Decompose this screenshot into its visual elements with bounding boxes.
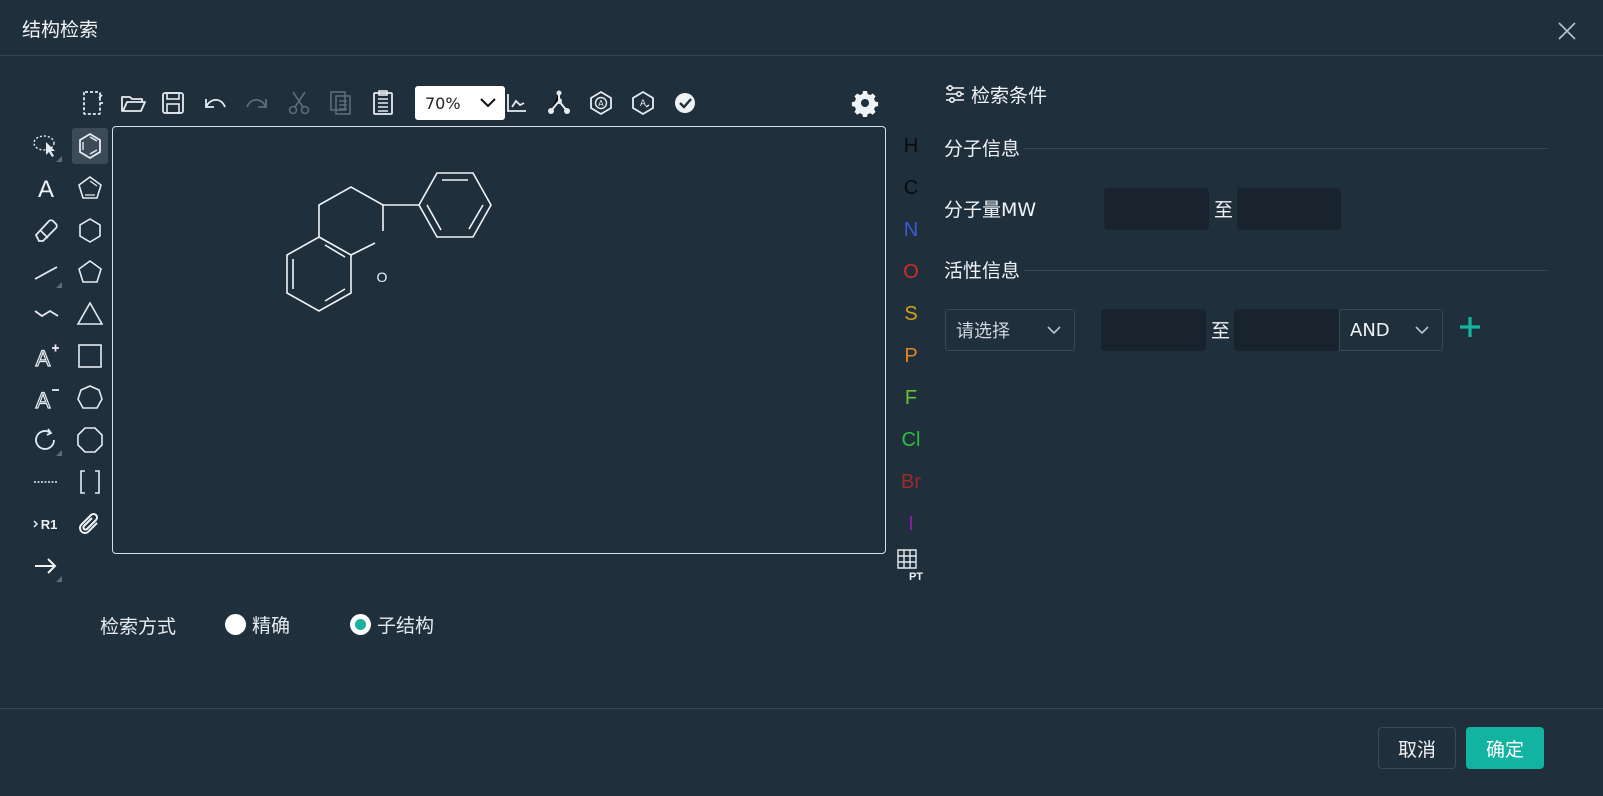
cyclopentadiene-template-icon[interactable] bbox=[72, 170, 108, 206]
confirm-button[interactable]: 确定 bbox=[1466, 727, 1544, 769]
editor-toolbar: 70% A A bbox=[76, 86, 906, 126]
text-tool-icon[interactable]: A bbox=[28, 170, 64, 206]
check-structure-icon[interactable] bbox=[668, 86, 702, 120]
atom-n-button[interactable]: N bbox=[892, 212, 930, 248]
dearomatize-icon[interactable]: A bbox=[626, 86, 660, 120]
cyclopentane-icon[interactable] bbox=[72, 254, 108, 290]
chevron-down-icon bbox=[480, 98, 496, 108]
save-icon[interactable] bbox=[156, 86, 190, 120]
activity-type-select[interactable]: 请选择 bbox=[945, 309, 1075, 351]
structure-canvas[interactable]: O bbox=[112, 126, 886, 554]
chain-tool-icon[interactable] bbox=[28, 296, 64, 332]
charge-plus-icon[interactable]: A bbox=[28, 338, 64, 374]
mw-to-label: 至 bbox=[1214, 199, 1234, 221]
structure-editor: 70% A A A A A R1 O H C N O S P F Cl Br I… bbox=[0, 56, 950, 726]
mw-max-input[interactable] bbox=[1237, 188, 1341, 230]
svg-text:A: A bbox=[38, 176, 54, 203]
clean-structure-icon[interactable] bbox=[500, 86, 534, 120]
oxygen-atom-label: O bbox=[377, 269, 388, 285]
dialog-footer: 取消 确定 bbox=[0, 708, 1603, 796]
activity-info-section: 活性信息 bbox=[944, 256, 1548, 283]
eraser-icon[interactable] bbox=[28, 212, 64, 248]
single-bond-icon[interactable] bbox=[28, 254, 64, 290]
molecule-info-title: 分子信息 bbox=[944, 134, 1025, 161]
atom-p-button[interactable]: P bbox=[892, 338, 930, 374]
search-mode-label: 检索方式 bbox=[100, 616, 177, 638]
cyclooctane-icon[interactable] bbox=[72, 422, 108, 458]
svg-text:A: A bbox=[36, 346, 51, 371]
periodic-table-label: PT bbox=[909, 571, 923, 582]
dashed-bond-icon[interactable] bbox=[28, 464, 64, 500]
atom-i-button[interactable]: I bbox=[892, 506, 930, 542]
cyclobutane-icon[interactable] bbox=[72, 338, 108, 374]
atom-o-button[interactable]: O bbox=[892, 254, 930, 290]
redo-icon[interactable] bbox=[240, 86, 274, 120]
radio-exact-dot bbox=[225, 613, 246, 635]
close-icon[interactable] bbox=[1556, 20, 1578, 42]
zoom-value: 70% bbox=[425, 93, 461, 113]
benzene-template-icon[interactable] bbox=[72, 128, 108, 164]
reaction-arrow-icon[interactable] bbox=[28, 548, 64, 584]
radio-exact[interactable]: 精确 bbox=[225, 612, 291, 637]
search-conditions-panel: 检索条件 分子信息 分子量MW 至 活性信息 请选择 至 AND bbox=[944, 76, 1548, 376]
svg-text:A: A bbox=[598, 99, 604, 108]
chevron-down-icon bbox=[1047, 326, 1061, 335]
activity-max-input[interactable] bbox=[1234, 309, 1339, 351]
mw-min-input[interactable] bbox=[1104, 188, 1209, 230]
atom-br-button[interactable]: Br bbox=[892, 464, 930, 500]
logic-operator-value: AND bbox=[1350, 319, 1390, 341]
molecule-info-section: 分子信息 bbox=[944, 134, 1548, 161]
open-folder-icon[interactable] bbox=[116, 86, 150, 120]
dialog-title: 结构检索 bbox=[22, 19, 99, 41]
rgroup-icon[interactable]: R1 bbox=[28, 506, 64, 542]
panel-title: 检索条件 bbox=[944, 80, 1047, 108]
activity-min-input[interactable] bbox=[1101, 309, 1206, 351]
radio-substructure-dot bbox=[350, 613, 371, 635]
radio-exact-label: 精确 bbox=[252, 614, 291, 637]
mw-label: 分子量MW bbox=[944, 199, 1037, 221]
search-mode-group: 检索方式 精确 子结构 bbox=[100, 612, 700, 638]
cancel-button[interactable]: 取消 bbox=[1378, 727, 1456, 769]
atom-c-button[interactable]: C bbox=[892, 170, 930, 206]
radio-substructure[interactable]: 子结构 bbox=[350, 612, 435, 637]
cut-icon[interactable] bbox=[282, 86, 316, 120]
activity-to-label: 至 bbox=[1211, 320, 1231, 342]
cyclohexane-icon[interactable] bbox=[72, 212, 108, 248]
undo-icon[interactable] bbox=[198, 86, 232, 120]
cyclopropane-icon[interactable] bbox=[72, 296, 108, 332]
periodic-table-icon[interactable]: PT bbox=[892, 546, 928, 583]
dialog-header: 结构检索 bbox=[0, 0, 1603, 56]
activity-info-title: 活性信息 bbox=[944, 256, 1025, 283]
rotate-icon[interactable] bbox=[28, 422, 64, 458]
filter-sliders-icon bbox=[946, 84, 964, 104]
svg-text:A: A bbox=[36, 388, 51, 413]
structure-search-dialog: 结构检索 70% A A A A A R1 O H C N O S P F Cl… bbox=[0, 0, 1603, 796]
svg-text:A: A bbox=[640, 99, 647, 109]
charge-minus-icon[interactable]: A bbox=[28, 380, 64, 416]
flavan-molecule bbox=[286, 172, 492, 312]
rgroup-label: R1 bbox=[41, 517, 58, 532]
attachment-icon[interactable] bbox=[72, 506, 108, 542]
atom-s-button[interactable]: S bbox=[892, 296, 930, 332]
chevron-down-icon bbox=[1415, 326, 1429, 335]
layout-icon[interactable] bbox=[542, 86, 576, 120]
new-document-icon[interactable] bbox=[76, 86, 110, 120]
atom-f-button[interactable]: F bbox=[892, 380, 930, 416]
aromatize-icon[interactable]: A bbox=[584, 86, 618, 120]
cycloheptane-icon[interactable] bbox=[72, 380, 108, 416]
panel-title-text: 检索条件 bbox=[971, 84, 1048, 107]
atom-h-button[interactable]: H bbox=[892, 128, 930, 164]
logic-operator-select[interactable]: AND bbox=[1339, 309, 1443, 351]
radio-substructure-label: 子结构 bbox=[377, 614, 435, 637]
add-condition-icon[interactable] bbox=[1456, 313, 1484, 341]
paste-icon[interactable] bbox=[366, 86, 400, 120]
settings-gear-icon[interactable] bbox=[848, 86, 882, 120]
activity-type-placeholder: 请选择 bbox=[956, 321, 1010, 342]
zoom-select[interactable]: 70% bbox=[415, 86, 505, 120]
copy-icon[interactable] bbox=[324, 86, 358, 120]
lasso-select-icon[interactable] bbox=[28, 128, 64, 164]
bracket-icon[interactable] bbox=[72, 464, 108, 500]
atom-cl-button[interactable]: Cl bbox=[892, 422, 930, 458]
